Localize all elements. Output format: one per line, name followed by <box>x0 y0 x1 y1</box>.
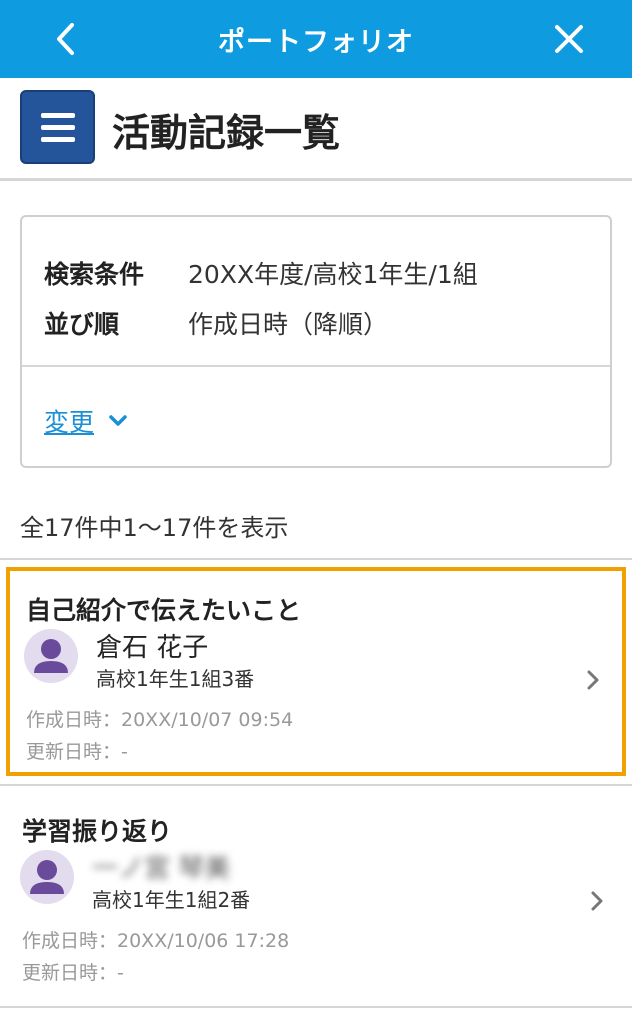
close-button[interactable] <box>544 14 594 64</box>
menu-button[interactable] <box>20 90 95 164</box>
divider <box>0 558 632 560</box>
search-condition-row: 検索条件 20XX年度/高校1年生/1組 <box>44 255 478 291</box>
close-icon <box>555 25 583 53</box>
divider <box>0 1006 632 1008</box>
sort-order-row: 並び順 作成日時（降順） <box>44 305 388 341</box>
student-grade: 高校1年生1組2番 <box>92 888 251 912</box>
hamburger-menu-icon <box>40 136 75 142</box>
change-label: 変更 <box>44 408 95 437</box>
item-title: 学習振り返り <box>22 817 173 846</box>
chevron-left-icon <box>57 23 74 55</box>
chevron-right-icon <box>586 669 600 695</box>
student-name: 一ノ宮 琴美 <box>92 854 231 884</box>
chevron-down-icon <box>109 415 127 426</box>
item-title: 自己紹介で伝えたいこと <box>26 596 302 625</box>
hamburger-menu-icon <box>40 112 75 118</box>
chevron-right-icon <box>590 890 604 916</box>
updated-datetime: 更新日時：- <box>22 962 124 984</box>
page-header: 活動記録一覧 <box>0 78 632 181</box>
student-name: 倉石 花子 <box>96 633 209 663</box>
user-icon <box>34 639 68 673</box>
list-item[interactable]: 学習振り返り 一ノ宮 琴美 高校1年生1組2番 作成日時：20XX/10/06 … <box>6 792 626 1002</box>
order-label: 並び順 <box>44 310 120 339</box>
created-datetime: 作成日時：20XX/10/07 09:54 <box>26 709 294 731</box>
condition-label: 検索条件 <box>44 260 145 289</box>
avatar <box>24 629 78 683</box>
page-title: 活動記録一覧 <box>112 111 341 155</box>
user-icon <box>30 860 64 894</box>
result-count: 全17件中1～17件を表示 <box>20 514 289 542</box>
divider <box>0 784 632 786</box>
app-title: ポートフォリオ <box>218 26 414 58</box>
search-condition-panel: 検索条件 20XX年度/高校1年生/1組 並び順 作成日時（降順） 変更 <box>20 215 612 468</box>
updated-datetime: 更新日時：- <box>26 741 128 763</box>
condition-value: 20XX年度/高校1年生/1組 <box>188 260 478 289</box>
list-item[interactable]: 自己紹介で伝えたいこと 倉石 花子 高校1年生1組3番 作成日時：20XX/10… <box>6 567 626 776</box>
change-link[interactable]: 変更 <box>44 403 128 439</box>
hamburger-menu-icon <box>40 124 75 130</box>
top-navigation-bar: ポートフォリオ <box>0 0 632 78</box>
student-grade: 高校1年生1組3番 <box>96 667 255 691</box>
order-value: 作成日時（降順） <box>188 310 389 339</box>
avatar <box>20 850 74 904</box>
created-datetime: 作成日時：20XX/10/06 17:28 <box>22 930 290 952</box>
back-button[interactable] <box>40 14 90 64</box>
divider <box>22 365 610 367</box>
